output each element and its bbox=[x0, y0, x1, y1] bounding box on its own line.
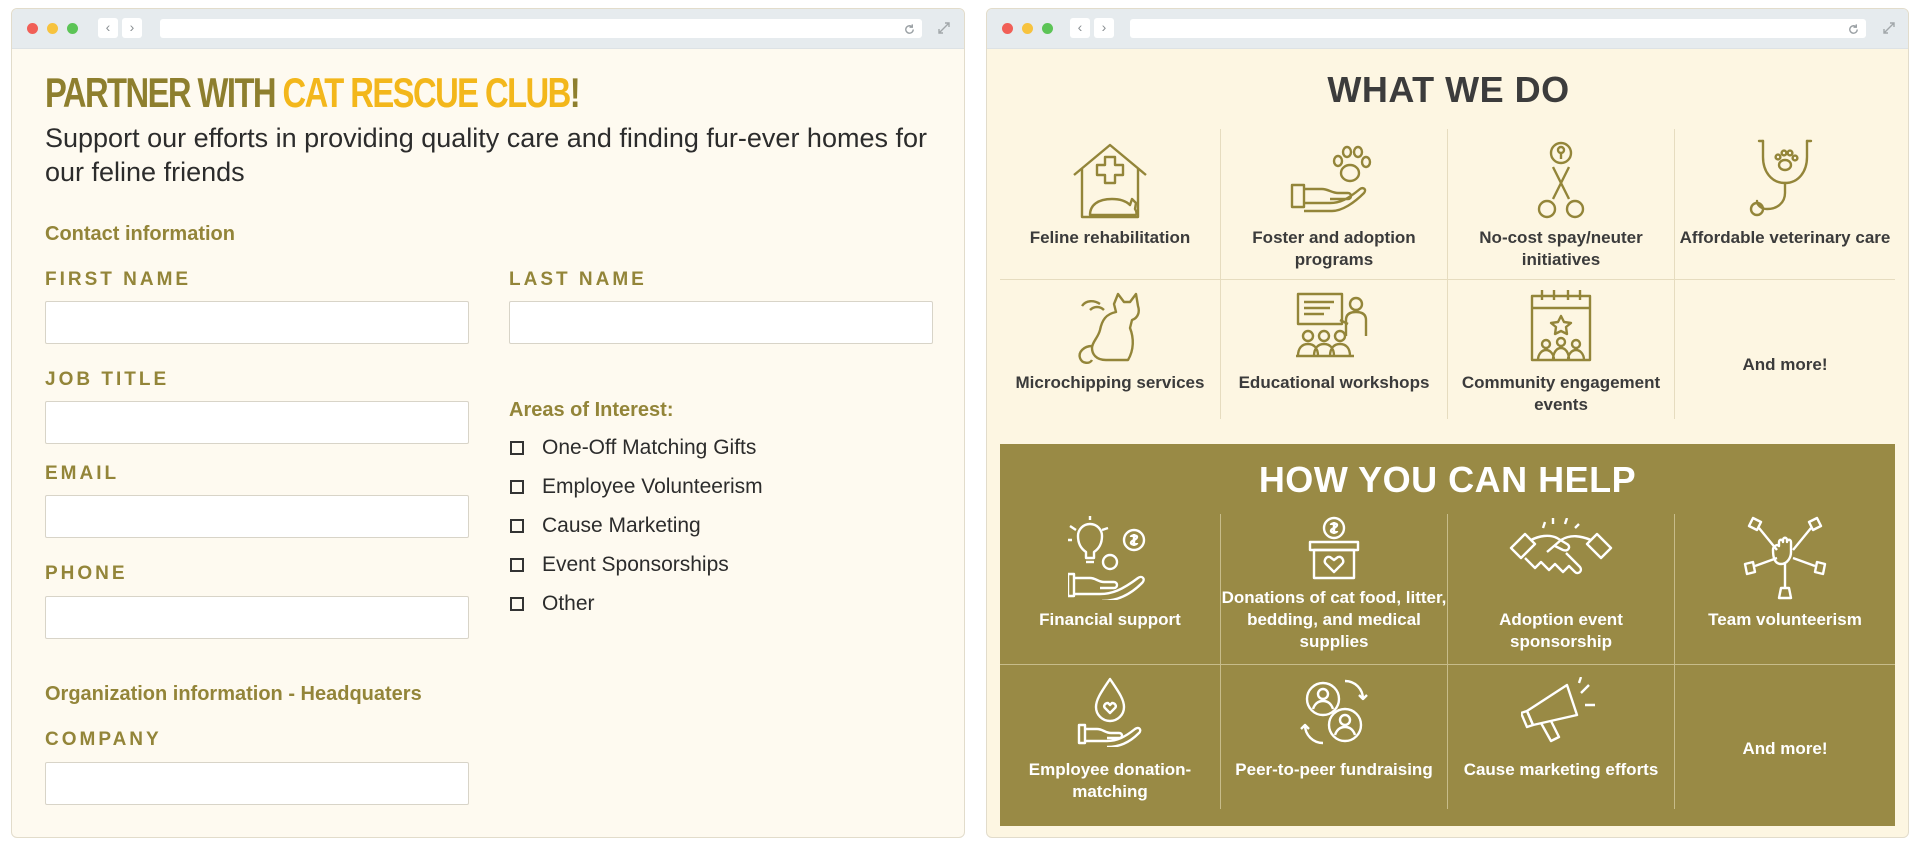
address-bar[interactable] bbox=[1130, 19, 1866, 38]
service-feline-rehabilitation: Feline rehabilitation bbox=[1000, 129, 1220, 279]
email-field[interactable] bbox=[45, 495, 469, 538]
minimize-window-button[interactable] bbox=[1022, 23, 1033, 34]
service-community-events: Community engagement events bbox=[1448, 280, 1674, 425]
how-you-can-help-section: HOW YOU CAN HELP Financial support Donat… bbox=[1000, 444, 1895, 826]
peer-exchange-icon bbox=[1300, 679, 1368, 745]
idea-money-hand-icon bbox=[1068, 516, 1146, 600]
maximize-window-button[interactable] bbox=[1042, 23, 1053, 34]
team-hands-icon bbox=[1743, 516, 1827, 600]
interest-option[interactable]: Cause Marketing bbox=[510, 512, 701, 540]
scissors-icon bbox=[1537, 141, 1585, 219]
service-educational-workshops: Educational workshops bbox=[1221, 280, 1447, 425]
first-name-field[interactable] bbox=[45, 301, 469, 344]
help-and-more: And more! bbox=[1742, 739, 1828, 758]
megaphone-icon bbox=[1521, 677, 1595, 743]
handshake-icon bbox=[1509, 518, 1613, 575]
help-donation-matching: Employee donation-matching bbox=[1000, 665, 1220, 815]
browser-toolbar: ‹ › bbox=[12, 9, 964, 49]
phone-label: PHONE bbox=[45, 563, 128, 584]
presentation-icon bbox=[1296, 292, 1368, 358]
cat-house-icon bbox=[1073, 143, 1147, 219]
phone-field[interactable] bbox=[45, 596, 469, 639]
contact-heading: Contact information bbox=[45, 223, 235, 245]
job-title-field[interactable] bbox=[45, 401, 469, 444]
email-label: EMAIL bbox=[45, 463, 120, 484]
help-cause-marketing: Cause marketing efforts bbox=[1448, 665, 1674, 815]
company-label: COMPANY bbox=[45, 729, 162, 750]
service-spay-neuter: No-cost spay/neuter initiatives bbox=[1448, 129, 1674, 279]
paw-hand-icon bbox=[1290, 145, 1372, 213]
service-microchipping: Microchipping services bbox=[1000, 280, 1220, 425]
help-peer-fundraising: Peer-to-peer fundraising bbox=[1221, 665, 1447, 815]
org-heading: Organization information - Headquaters bbox=[45, 683, 422, 705]
what-we-do-heading: WHAT WE DO bbox=[1327, 69, 1570, 110]
reload-icon[interactable] bbox=[903, 23, 916, 36]
expand-icon[interactable] bbox=[937, 21, 951, 35]
back-icon[interactable]: ‹ bbox=[98, 18, 118, 38]
interest-option[interactable]: Other bbox=[510, 590, 595, 618]
page-title: PARTNER WITH CAT RESCUE CLUB! bbox=[45, 69, 581, 116]
checkbox[interactable] bbox=[510, 519, 524, 533]
interest-option[interactable]: Employee Volunteerism bbox=[510, 473, 763, 501]
forward-icon[interactable]: › bbox=[122, 18, 142, 38]
donation-box-icon bbox=[1308, 516, 1360, 580]
how-you-can-help-heading: HOW YOU CAN HELP bbox=[1258, 459, 1637, 500]
last-name-label: LAST NAME bbox=[509, 269, 647, 290]
company-field[interactable] bbox=[45, 762, 469, 805]
cat-icon bbox=[1078, 292, 1140, 364]
maximize-window-button[interactable] bbox=[67, 23, 78, 34]
stethoscope-icon bbox=[1749, 139, 1813, 217]
close-window-button[interactable] bbox=[27, 23, 38, 34]
minimize-window-button[interactable] bbox=[47, 23, 58, 34]
interest-option[interactable]: One-Off Matching Gifts bbox=[510, 434, 756, 462]
expand-icon[interactable] bbox=[1882, 21, 1896, 35]
checkbox[interactable] bbox=[510, 441, 524, 455]
back-icon[interactable]: ‹ bbox=[1070, 18, 1090, 38]
forward-icon[interactable]: › bbox=[1094, 18, 1114, 38]
checkbox[interactable] bbox=[510, 480, 524, 494]
service-foster-adoption: Foster and adoption programs bbox=[1221, 129, 1447, 279]
interests-heading: Areas of Interest: bbox=[509, 399, 674, 421]
first-name-label: FIRST NAME bbox=[45, 269, 192, 290]
help-donations: Donations of cat food, litter, bedding, … bbox=[1221, 514, 1447, 664]
page-subtitle: Support our efforts in providing quality… bbox=[45, 123, 927, 187]
checkbox[interactable] bbox=[510, 558, 524, 572]
reload-icon[interactable] bbox=[1847, 23, 1860, 36]
help-team-volunteerism: Team volunteerism bbox=[1675, 514, 1895, 664]
signup-form-window: ‹ › PARTNER WITH CAT RESCUE CLUB! Suppor… bbox=[11, 8, 965, 838]
info-window: ‹ › WHAT WE DO Feline rehabilitation Fos… bbox=[986, 8, 1909, 838]
help-adoption-sponsorship: Adoption event sponsorship bbox=[1448, 514, 1674, 664]
address-bar[interactable] bbox=[160, 19, 922, 38]
service-and-more: And more! bbox=[1742, 355, 1828, 374]
calendar-people-icon bbox=[1530, 290, 1592, 362]
service-veterinary-care: Affordable veterinary care bbox=[1675, 129, 1895, 279]
browser-toolbar: ‹ › bbox=[987, 9, 1908, 49]
donation-drop-icon bbox=[1077, 677, 1142, 747]
close-window-button[interactable] bbox=[1002, 23, 1013, 34]
last-name-field[interactable] bbox=[509, 301, 933, 344]
interest-option[interactable]: Event Sponsorships bbox=[510, 551, 729, 579]
job-title-label: JOB TITLE bbox=[45, 369, 170, 390]
checkbox[interactable] bbox=[510, 597, 524, 611]
help-financial-support: Financial support bbox=[1000, 514, 1220, 664]
